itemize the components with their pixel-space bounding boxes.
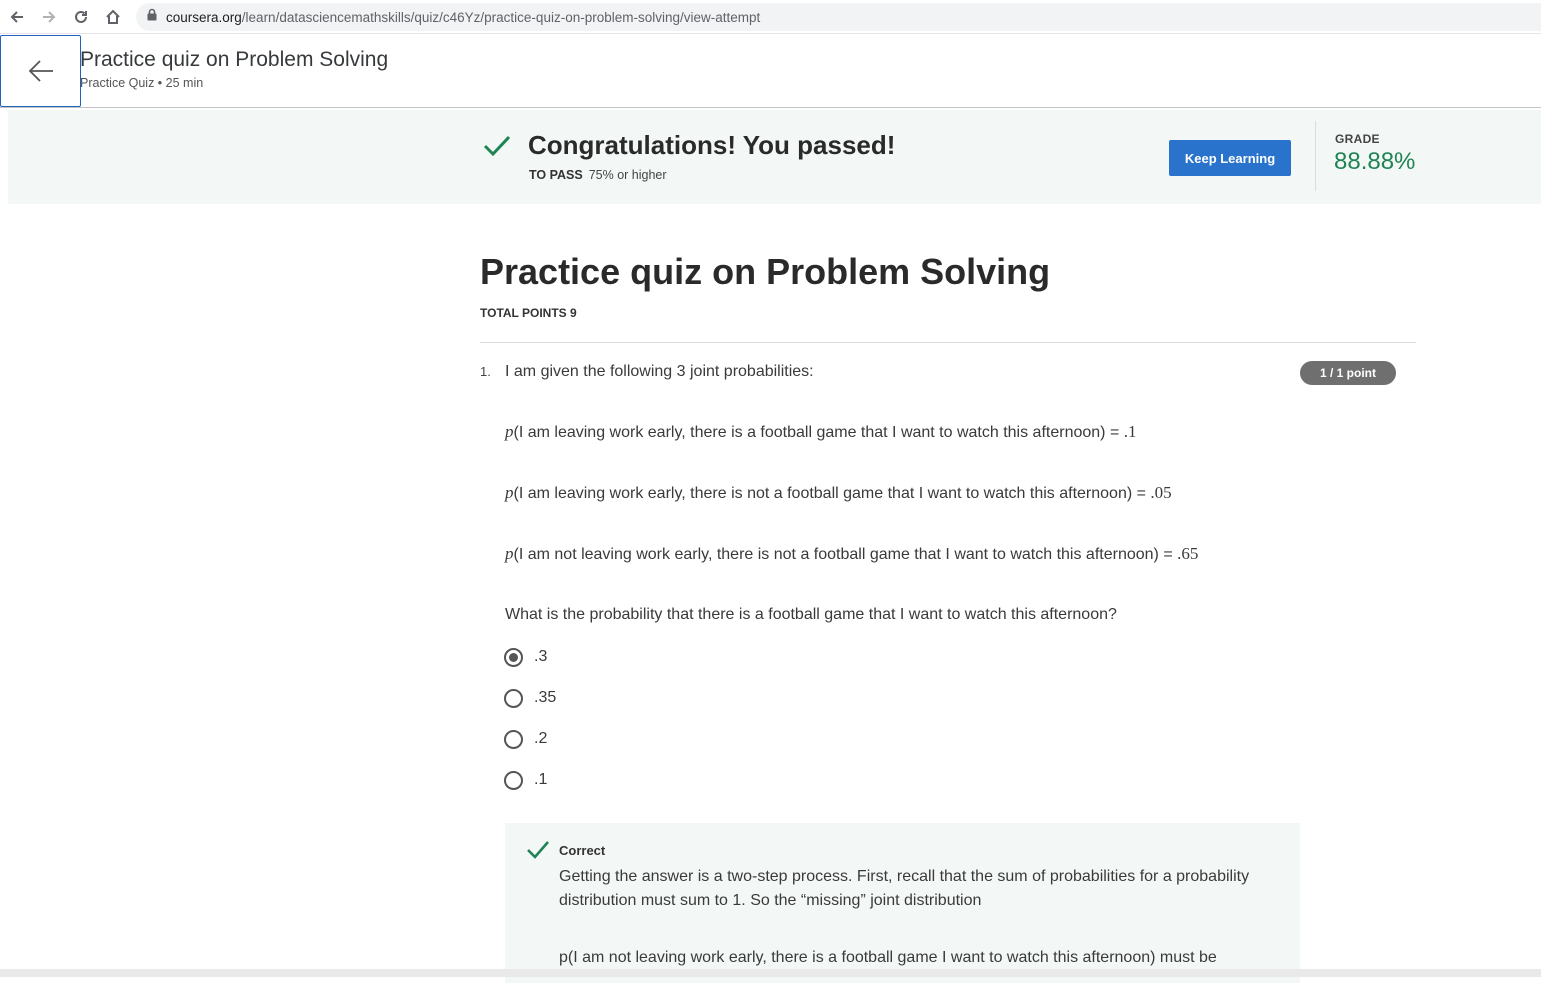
banner-title: Congratulations! You passed! [528,130,896,160]
lock-icon [146,8,158,26]
url-host: coursera.org [166,9,242,25]
feedback-box: Correct Getting the answer is a two-step… [505,823,1300,983]
answer-option[interactable]: .2 [504,728,547,750]
grade-label: GRADE [1335,132,1380,146]
option-label: .1 [534,771,548,788]
probability-text: (I am leaving work early, there is a foo… [513,424,1124,441]
arrow-left-icon [28,60,53,82]
question-text: What is the probability that there is a … [505,606,1117,623]
grade-value: 88.88% [1334,148,1416,175]
forward-arrow-icon[interactable] [38,6,60,28]
answer-option[interactable]: .1 [504,769,547,791]
home-icon[interactable] [102,6,124,28]
probability-text: (I am leaving work early, there is not a… [513,485,1151,502]
header-subtitle: Practice Quiz • 25 min [80,76,204,90]
to-pass: TO PASS 75% or higher [529,168,667,182]
check-icon [482,134,512,163]
reload-icon[interactable] [70,6,92,28]
option-label: .2 [534,730,548,747]
divider [480,342,1416,343]
option-label: .35 [534,689,557,706]
header-title: Practice quiz on Problem Solving [80,48,389,71]
url-text: coursera.org/learn/datasciencemathskills… [166,10,760,25]
check-icon [526,840,550,865]
banner-divider [1315,121,1316,191]
probability-value: .05 [1150,483,1172,502]
math-p: p [505,483,514,502]
to-pass-label: TO PASS [529,168,583,182]
radio-button-selected[interactable] [504,647,523,667]
answer-option[interactable]: .3 [504,646,547,668]
math-p: p [505,544,514,563]
keep-learning-button[interactable]: Keep Learning [1169,140,1291,176]
bottom-strip [0,969,1541,977]
question-number: 1. [480,364,491,379]
total-points: TOTAL POINTS 9 [480,306,577,320]
radio-button[interactable] [504,729,523,749]
radio-button[interactable] [504,770,523,790]
back-arrow-icon[interactable] [6,6,28,28]
probability-line: p(I am not leaving work early, there is … [505,544,1198,564]
feedback-text-continued: p(I am not leaving work early, there is … [559,949,1217,966]
probability-line: p(I am leaving work early, there is a fo… [505,422,1136,442]
option-label: .3 [534,648,548,665]
probability-line: p(I am leaving work early, there is not … [505,483,1172,503]
probability-value: .1 [1123,422,1137,441]
probability-text: (I am not leaving work early, there is n… [513,546,1178,563]
back-button[interactable] [0,35,81,107]
answer-option[interactable]: .35 [504,687,556,709]
browser-toolbar: coursera.org/learn/datasciencemathskills… [0,0,1541,34]
math-p: p [505,422,514,441]
radio-dot [509,652,518,662]
feedback-text: Getting the answer is a two-step process… [559,868,1250,909]
address-bar[interactable]: coursera.org/learn/datasciencemathskills… [136,3,1541,31]
points-badge: 1 / 1 point [1300,361,1396,385]
radio-button[interactable] [504,688,523,708]
to-pass-value: 75% or higher [588,168,667,182]
question-prompt: I am given the following 3 joint probabi… [505,363,814,380]
page-header: Practice quiz on Problem Solving Practic… [0,35,1541,108]
quiz-title: Practice quiz on Problem Solving [480,251,1051,292]
url-path: /learn/datasciencemathskills/quiz/c46Yz/… [241,9,761,25]
feedback-label: Correct [559,843,606,858]
probability-value: .65 [1177,544,1199,563]
passed-banner: Congratulations! You passed! TO PASS 75% … [8,110,1541,204]
